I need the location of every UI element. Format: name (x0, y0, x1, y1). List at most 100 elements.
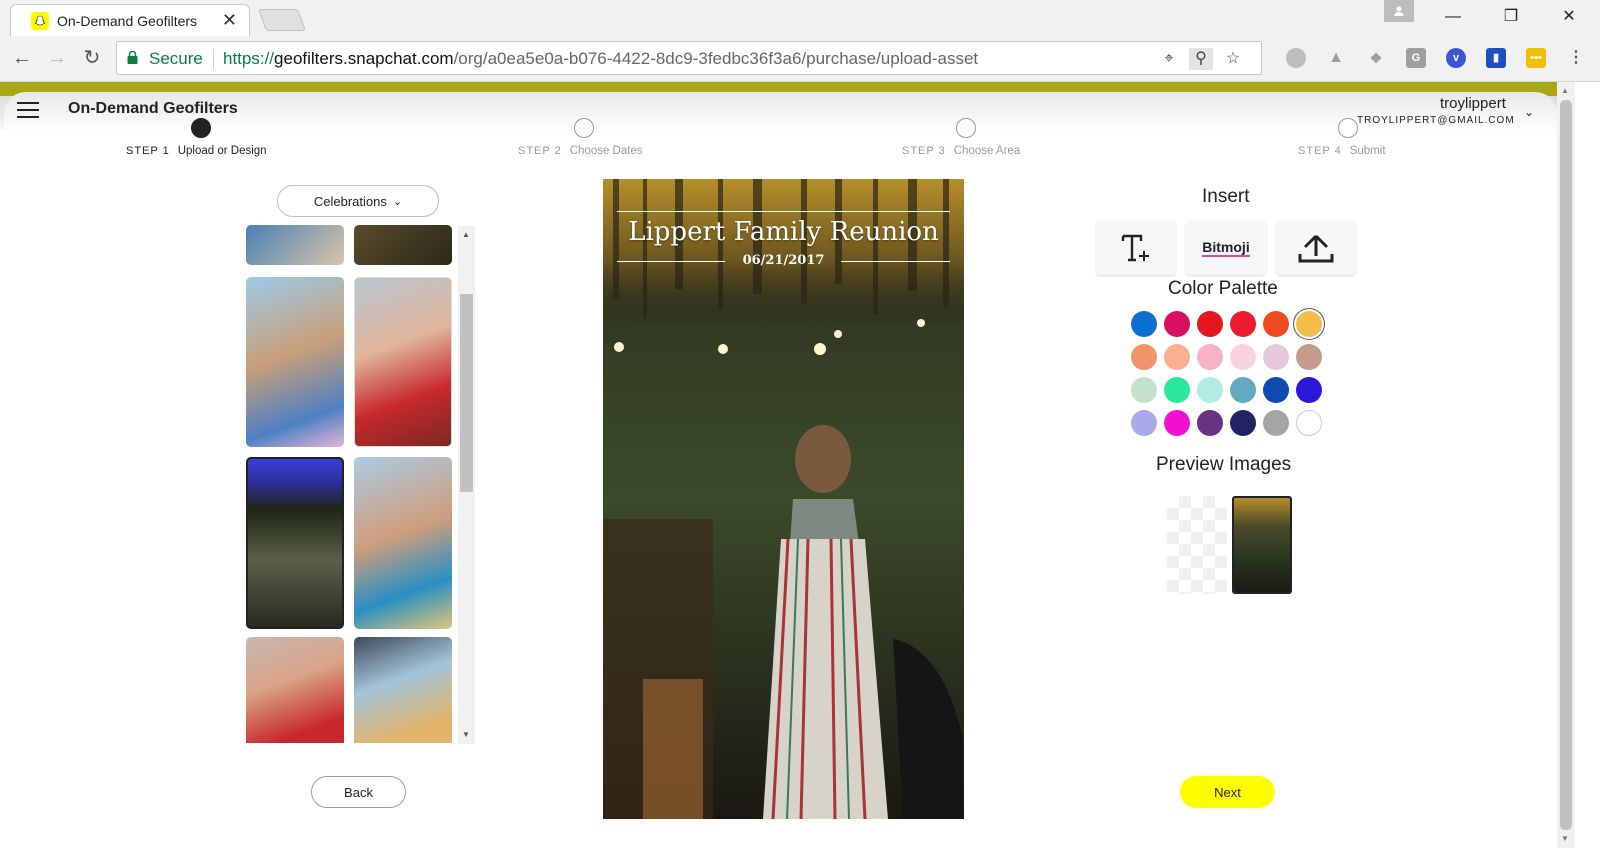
location-icon[interactable]: ⌖ (1157, 48, 1181, 70)
zoom-icon[interactable]: ⚲ (1189, 48, 1213, 70)
template-thumb[interactable] (354, 225, 452, 265)
color-swatch[interactable] (1131, 410, 1157, 436)
page-scrollbar[interactable]: ▲ ▼ (1557, 82, 1575, 848)
url-host: geofilters.snapchat.com (274, 49, 454, 68)
scroll-down-icon[interactable]: ▼ (1561, 834, 1569, 843)
window-close-icon[interactable]: ✕ (1546, 4, 1592, 30)
grammarly-icon[interactable]: G (1406, 48, 1426, 68)
color-swatch[interactable] (1296, 377, 1322, 403)
color-swatch[interactable] (1230, 311, 1256, 337)
browser-tabstrip: On-Demand Geofilters ✕ — ❐ ✕ (0, 0, 1600, 36)
back-arrow-icon[interactable]: ← (8, 44, 36, 72)
color-swatch[interactable] (1164, 344, 1190, 370)
color-swatch[interactable] (1263, 377, 1289, 403)
color-swatch[interactable] (1263, 311, 1289, 337)
browser-toolbar: ← → ↻ Secure https://geofilters.snapchat… (0, 36, 1600, 82)
upload-image-button[interactable] (1276, 221, 1356, 275)
tab-close-icon[interactable]: ✕ (222, 10, 237, 31)
color-swatch[interactable] (1197, 344, 1223, 370)
profile-icon[interactable] (1384, 0, 1414, 22)
color-swatch[interactable] (1296, 344, 1322, 370)
template-thumb[interactable] (246, 637, 344, 743)
chevron-down-icon[interactable]: ⌄ (1524, 105, 1534, 119)
upload-icon (1298, 234, 1334, 263)
step-1-dot (191, 118, 211, 138)
category-dropdown[interactable]: Celebrations ⌄ (277, 185, 439, 217)
geofilter-preview: Lippert Family Reunion 06/21/2017 (603, 179, 964, 819)
preview-images-heading: Preview Images (1156, 454, 1292, 475)
user-email: TROYLIPPERT@GMAIL.COM (1357, 115, 1515, 126)
url-text: https://geofilters.snapchat.com/org/a0ea… (223, 49, 978, 69)
url-path: /org/a0ea5e0a-b076-4422-8dc9-3fedbc36f3a… (453, 49, 979, 68)
bookmark-star-icon[interactable]: ☆ (1221, 48, 1245, 70)
color-swatch[interactable] (1164, 311, 1190, 337)
page-scroll-thumb[interactable] (1560, 100, 1572, 830)
scroll-up-icon[interactable]: ▲ (462, 230, 470, 239)
template-thumb[interactable] (354, 637, 452, 743)
template-thumb[interactable] (246, 225, 344, 265)
color-swatch[interactable] (1230, 344, 1256, 370)
back-button[interactable]: Back (311, 776, 406, 808)
extension-shield-icon[interactable] (1286, 48, 1306, 68)
extension-yellow-icon[interactable]: ••• (1526, 48, 1546, 68)
restore-icon[interactable]: ❐ (1488, 4, 1534, 30)
color-swatch[interactable] (1230, 377, 1256, 403)
template-thumb[interactable] (354, 277, 452, 447)
color-swatch[interactable] (1164, 377, 1190, 403)
template-thumb[interactable] (246, 277, 344, 447)
lock-icon (127, 51, 138, 64)
template-thumb-selected[interactable] (246, 457, 344, 629)
bookmark-ext-icon[interactable]: ▮ (1486, 48, 1506, 68)
reload-icon[interactable]: ↻ (78, 44, 106, 72)
color-swatch[interactable] (1131, 311, 1157, 337)
omnibox-separator (213, 49, 214, 69)
template-thumb[interactable] (354, 457, 452, 629)
browser-tab[interactable]: On-Demand Geofilters ✕ (10, 4, 250, 36)
scroll-down-icon[interactable]: ▼ (462, 730, 470, 739)
gallery-scroll-thumb[interactable] (460, 294, 473, 492)
step-4-label: STEP 4 Submit (1298, 145, 1386, 157)
step-3-label: STEP 3 Choose Area (902, 145, 1021, 157)
preview-photo (603, 179, 964, 819)
tab-title: On-Demand Geofilters (57, 13, 198, 29)
color-swatch[interactable] (1164, 410, 1190, 436)
step-3-dot (956, 118, 976, 138)
insert-text-button[interactable] (1096, 221, 1176, 275)
preview-photo-thumb[interactable] (1232, 496, 1292, 594)
next-button[interactable]: Next (1180, 776, 1275, 808)
color-swatch[interactable] (1197, 311, 1223, 337)
dropbox-icon[interactable]: ❖ (1366, 48, 1386, 68)
bitmoji-label: Bitmoji (1202, 239, 1250, 257)
color-swatch[interactable] (1131, 377, 1157, 403)
scroll-up-icon[interactable]: ▲ (1561, 86, 1569, 95)
chevron-down-icon: ⌄ (392, 195, 403, 208)
color-swatch[interactable] (1230, 410, 1256, 436)
minimize-icon[interactable]: — (1430, 4, 1476, 30)
color-swatch[interactable] (1296, 311, 1322, 337)
color-swatch[interactable] (1263, 410, 1289, 436)
color-swatch[interactable] (1197, 410, 1223, 436)
venmo-icon[interactable]: v (1446, 48, 1466, 68)
snapchat-ghost-icon (31, 12, 49, 30)
text-plus-icon (1121, 234, 1149, 262)
username[interactable]: troylippert (1440, 95, 1506, 112)
color-swatch[interactable] (1197, 377, 1223, 403)
hamburger-menu-icon[interactable] (17, 102, 39, 118)
insert-bitmoji-button[interactable]: Bitmoji (1186, 221, 1266, 275)
color-swatch[interactable] (1263, 344, 1289, 370)
forward-arrow-icon[interactable]: → (43, 44, 71, 72)
new-tab-button[interactable] (257, 9, 307, 31)
url-scheme: https:// (223, 49, 275, 68)
page-content: On-Demand Geofilters troylippert TROYLIP… (0, 82, 1600, 848)
color-swatch[interactable] (1296, 410, 1322, 436)
drive-icon[interactable]: ▲ (1326, 48, 1346, 68)
preview-title: Lippert Family Reunion (628, 217, 939, 247)
preview-top-rule (617, 211, 950, 212)
step-2-dot (574, 118, 594, 138)
address-bar[interactable]: Secure https://geofilters.snapchat.com/o… (116, 41, 1262, 75)
preview-transparent[interactable] (1167, 496, 1227, 594)
gallery-scrollbar[interactable]: ▲ ▼ (458, 226, 475, 744)
menu-dots-icon[interactable]: ⋮ (1566, 48, 1586, 68)
insert-heading: Insert (1202, 186, 1250, 207)
color-swatch[interactable] (1131, 344, 1157, 370)
